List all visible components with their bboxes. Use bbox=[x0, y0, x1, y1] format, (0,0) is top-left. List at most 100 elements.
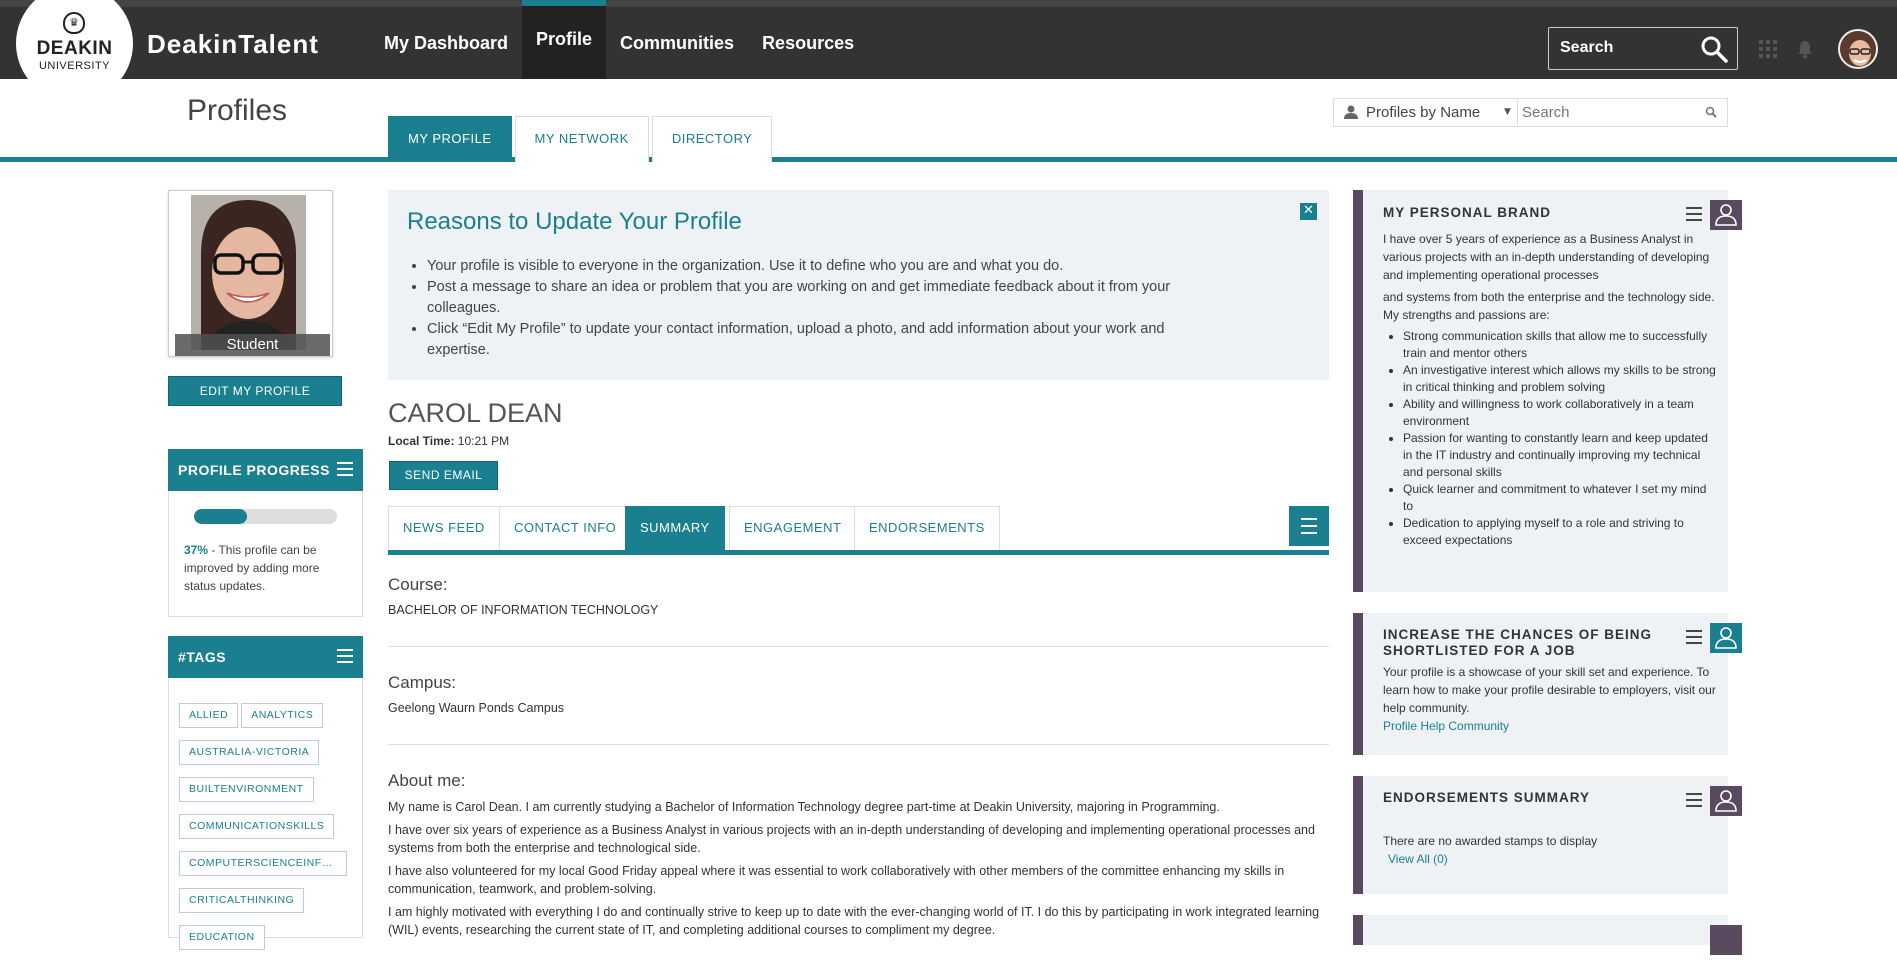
no-stamps-text: There are no awarded stamps to display bbox=[1383, 834, 1598, 848]
about-paragraph: My name is Carol Dean. I am currently st… bbox=[388, 800, 1220, 814]
user-icon bbox=[1710, 925, 1742, 955]
profile-progress-header: PROFILE PROGRESS bbox=[168, 449, 363, 491]
logo-text: DEAKIN bbox=[36, 38, 113, 59]
personal-brand-text: I have over 5 years of experience as a B… bbox=[1383, 230, 1718, 549]
page-header: Profiles MY PROFILE MY NETWORK DIRECTORY… bbox=[0, 79, 1897, 162]
divider bbox=[388, 646, 1329, 647]
progress-bar bbox=[194, 509, 337, 524]
list-item: Quick learner and commitment to whatever… bbox=[1403, 481, 1718, 515]
shortlist-paragraph: Your profile is a showcase of your skill… bbox=[1383, 665, 1716, 715]
divider bbox=[1517, 99, 1518, 126]
personal-brand-card: MY PERSONAL BRAND I have over 5 years of… bbox=[1353, 190, 1742, 592]
global-search-input[interactable]: Search bbox=[1560, 39, 1613, 57]
tag-list: ALLIED ANALYTICS AUSTRALIA-VICTORIA BUILTEN… bbox=[179, 703, 359, 962]
divider bbox=[388, 744, 1329, 745]
view-all-link[interactable]: View All (0) bbox=[1383, 850, 1718, 868]
user-icon bbox=[1344, 105, 1358, 119]
menu-icon[interactable] bbox=[1686, 206, 1702, 222]
profile-help-link[interactable]: Profile Help Community bbox=[1383, 717, 1718, 735]
profile-photo-frame: Student bbox=[168, 190, 333, 357]
top-navbar: ♛ DEAKIN UNIVERSITY DeakinTalent My Dash… bbox=[0, 0, 1897, 102]
banner-item: Click “Edit My Profile” to update your c… bbox=[427, 319, 1227, 361]
list-item: Strong communication skills that allow m… bbox=[1403, 328, 1718, 362]
list-item: Dedication to applying myself to a role … bbox=[1403, 515, 1718, 549]
menu-icon bbox=[1301, 518, 1317, 534]
apps-grid-icon[interactable] bbox=[1759, 40, 1777, 58]
campus-value: Geelong Waurn Ponds Campus bbox=[388, 701, 565, 715]
progress-percent: 37% bbox=[184, 543, 209, 557]
brand-paragraph: and systems from both the enterprise and… bbox=[1383, 290, 1715, 322]
page-title: Profiles bbox=[187, 94, 288, 127]
update-profile-banner: Reasons to Update Your Profile ✕ Your pr… bbox=[388, 190, 1329, 380]
progress-text: 37% - This profile can be improved by ad… bbox=[184, 541, 354, 595]
list-item: An investigative interest which allows m… bbox=[1403, 362, 1718, 396]
app-brand[interactable]: DeakinTalent bbox=[147, 29, 319, 60]
search-icon[interactable] bbox=[1699, 34, 1729, 64]
local-time-value: 10:21 PM bbox=[454, 434, 510, 448]
about-label: About me: bbox=[388, 771, 466, 790]
tags-header: #TAGS bbox=[168, 636, 363, 678]
tab-summary[interactable]: SUMMARY bbox=[625, 506, 725, 550]
menu-icon[interactable] bbox=[1686, 629, 1702, 645]
about-paragraph: I have also volunteered for my local Goo… bbox=[388, 864, 1285, 896]
tag-chip[interactable]: COMPUTERSCIENCEINFOR... bbox=[179, 851, 347, 876]
tag-chip[interactable]: EDUCATION bbox=[179, 925, 265, 950]
banner-item: Your profile is visible to everyone in t… bbox=[427, 256, 1227, 277]
bell-icon[interactable] bbox=[1796, 39, 1814, 59]
profile-progress-title: PROFILE PROGRESS bbox=[178, 462, 330, 478]
tag-chip[interactable]: CRITICALTHINKING bbox=[179, 888, 305, 913]
tab-contact-info[interactable]: CONTACT INFO bbox=[499, 506, 632, 550]
tag-chip[interactable]: BUILTENVIRONMENT bbox=[179, 777, 314, 802]
course-label: Course: bbox=[388, 575, 448, 594]
user-icon bbox=[1710, 623, 1742, 653]
tab-news-feed[interactable]: NEWS FEED bbox=[388, 506, 500, 550]
close-icon[interactable]: ✕ bbox=[1300, 203, 1317, 220]
about-paragraph: I have over six years of experience as a… bbox=[388, 823, 1315, 855]
profile-section-tabs: MY PROFILE MY NETWORK DIRECTORY bbox=[388, 116, 773, 162]
user-icon bbox=[1710, 786, 1742, 816]
tabs-menu-button[interactable] bbox=[1289, 506, 1329, 546]
send-email-button[interactable]: SEND EMAIL bbox=[389, 461, 498, 490]
tab-directory[interactable]: DIRECTORY bbox=[651, 116, 773, 162]
next-card bbox=[1353, 915, 1742, 955]
nav-resources[interactable]: Resources bbox=[748, 7, 868, 86]
profile-photo-image bbox=[191, 195, 306, 350]
edit-my-profile-button[interactable]: EDIT MY PROFILE bbox=[168, 376, 342, 406]
tab-endorsements[interactable]: ENDORSEMENTS bbox=[854, 506, 1000, 550]
menu-icon[interactable] bbox=[337, 461, 353, 477]
tab-engagement[interactable]: ENGAGEMENT bbox=[729, 506, 857, 550]
profile-tabs: NEWS FEED CONTACT INFO SUMMARY ENGAGEMEN… bbox=[388, 506, 1329, 555]
list-item: Passion for wanting to constantly learn … bbox=[1403, 430, 1718, 481]
profile-progress-panel: 37% - This profile can be improved by ad… bbox=[168, 491, 363, 617]
list-item: Ability and willingness to work collabor… bbox=[1403, 396, 1718, 430]
banner-item: Post a message to share an idea or probl… bbox=[427, 277, 1227, 319]
tab-my-network[interactable]: MY NETWORK bbox=[514, 116, 649, 162]
user-avatar[interactable] bbox=[1838, 29, 1878, 69]
course-value: BACHELOR OF INFORMATION TECHNOLOGY bbox=[388, 603, 659, 617]
global-search[interactable]: Search bbox=[1548, 27, 1738, 70]
crest-icon: ♛ bbox=[63, 12, 85, 34]
endorsements-summary-card: ENDORSEMENTS SUMMARY There are no awarde… bbox=[1353, 776, 1742, 894]
tab-my-profile[interactable]: MY PROFILE bbox=[388, 116, 512, 162]
menu-icon[interactable] bbox=[337, 648, 353, 664]
shortlist-card: INCREASE THE CHANCES OF BEING SHORTLISTE… bbox=[1353, 613, 1742, 755]
search-icon[interactable] bbox=[1705, 106, 1717, 118]
tags-panel: ALLIED ANALYTICS AUSTRALIA-VICTORIA BUILTEN… bbox=[168, 678, 363, 950]
search-scope-select[interactable]: Profiles by Name bbox=[1366, 104, 1480, 121]
nav-my-dashboard[interactable]: My Dashboard bbox=[370, 7, 522, 86]
menu-icon[interactable] bbox=[1686, 792, 1702, 808]
card-title: INCREASE THE CHANCES OF BEING SHORTLISTE… bbox=[1383, 627, 1653, 658]
tag-chip[interactable]: COMMUNICATIONSKILLS bbox=[179, 814, 335, 839]
profile-search-input[interactable] bbox=[1522, 102, 1697, 123]
tag-chip[interactable]: ANALYTICS bbox=[241, 703, 324, 728]
banner-list: Your profile is visible to everyone in t… bbox=[427, 256, 1227, 361]
nav-profile[interactable]: Profile bbox=[522, 0, 607, 86]
tag-chip[interactable]: ALLIED bbox=[179, 703, 239, 728]
nav-communities[interactable]: Communities bbox=[606, 7, 748, 86]
campus-label: Campus: bbox=[388, 673, 457, 692]
avatar-image bbox=[1840, 31, 1876, 67]
tag-chip[interactable]: AUSTRALIA-VICTORIA bbox=[179, 740, 320, 765]
tags-title: #TAGS bbox=[178, 649, 227, 665]
chevron-down-icon[interactable]: ▼ bbox=[1504, 107, 1511, 117]
profile-photo[interactable] bbox=[191, 195, 306, 350]
